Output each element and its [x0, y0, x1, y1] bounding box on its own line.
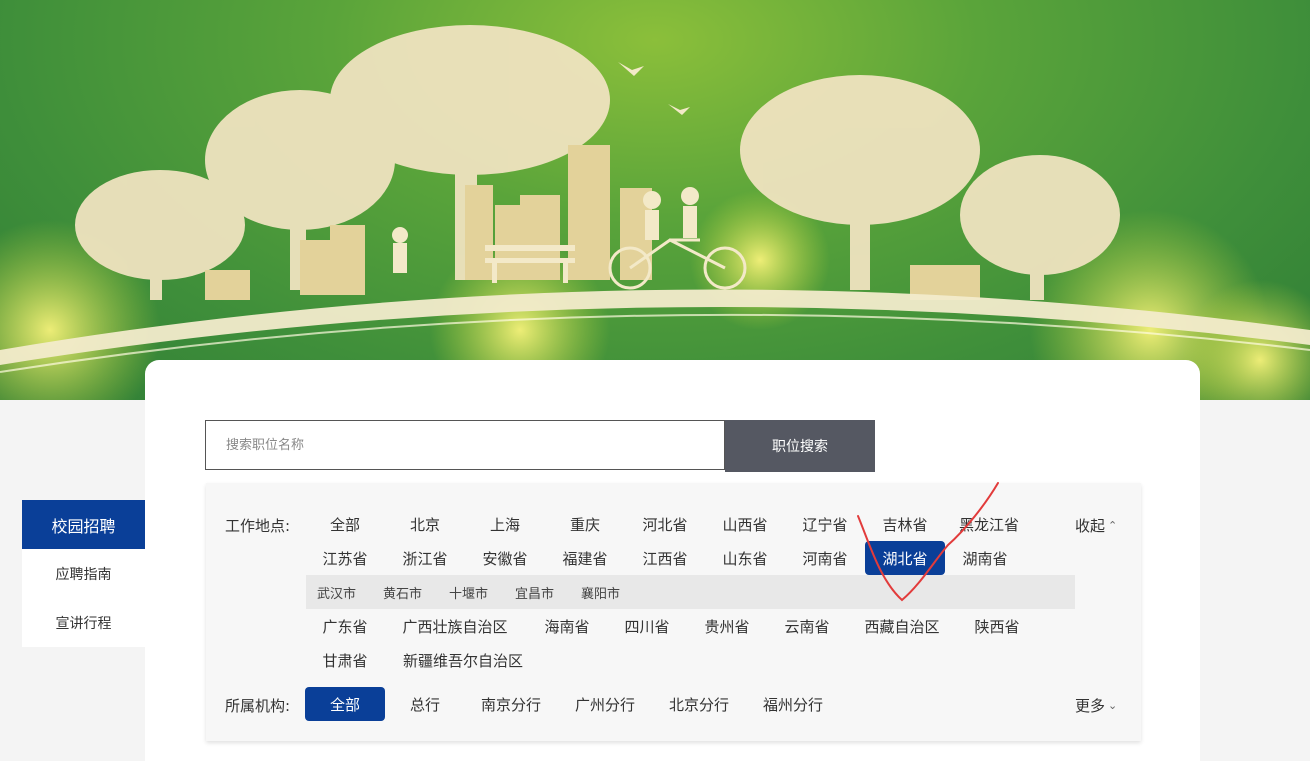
location-option[interactable]: 江苏省: [305, 541, 385, 575]
location-option[interactable]: 北京: [385, 507, 465, 541]
location-option[interactable]: 广东省: [305, 609, 385, 643]
org-option[interactable]: 南京分行: [471, 687, 551, 721]
job-search-input[interactable]: [205, 420, 725, 470]
org-option[interactable]: 福州分行: [753, 687, 833, 721]
location-option[interactable]: 河南省: [785, 541, 865, 575]
location-option[interactable]: 福建省: [545, 541, 625, 575]
location-option[interactable]: 黑龙江省: [945, 507, 1065, 541]
location-option[interactable]: 江西省: [625, 541, 705, 575]
location-option[interactable]: 新疆维吾尔自治区: [390, 643, 536, 677]
sidebar-item-campus-recruitment[interactable]: 校园招聘: [22, 500, 145, 549]
location-filter-label: 工作地点:: [225, 517, 291, 535]
location-option[interactable]: 辽宁省: [785, 507, 865, 541]
location-option[interactable]: 四川省: [607, 609, 687, 643]
more-label: 更多: [1075, 697, 1106, 715]
location-option[interactable]: 贵州省: [687, 609, 767, 643]
more-toggle[interactable]: 更多 ⌄: [1075, 695, 1117, 716]
location-option[interactable]: 云南省: [767, 609, 847, 643]
location-option[interactable]: 河北省: [625, 507, 705, 541]
city-option[interactable]: 宜昌市: [515, 575, 554, 609]
org-option-selected[interactable]: 全部: [305, 687, 385, 721]
banner-illustration: [0, 25, 1310, 400]
location-option[interactable]: 吉林省: [865, 507, 945, 541]
location-option[interactable]: 广西壮族自治区: [390, 609, 520, 643]
location-option[interactable]: 上海: [465, 507, 545, 541]
location-option-selected[interactable]: 湖北省: [865, 541, 945, 575]
location-option[interactable]: 湖南省: [945, 541, 1025, 575]
chevron-up-icon: ⌃: [1108, 519, 1118, 532]
collapse-toggle[interactable]: 收起 ⌃: [1075, 515, 1117, 536]
hero-banner: [0, 0, 1310, 400]
location-option[interactable]: 山西省: [705, 507, 785, 541]
job-search-button[interactable]: 职位搜索: [725, 420, 875, 472]
org-option[interactable]: 总行: [385, 687, 465, 721]
org-option[interactable]: 广州分行: [565, 687, 645, 721]
sidebar-nav: 校园招聘 应聘指南 宣讲行程: [22, 500, 145, 647]
location-option[interactable]: 海南省: [527, 609, 607, 643]
location-option[interactable]: 重庆: [545, 507, 625, 541]
location-option-all[interactable]: 全部: [305, 507, 385, 541]
city-option[interactable]: 黄石市: [383, 575, 422, 609]
location-option[interactable]: 西藏自治区: [852, 609, 952, 643]
organization-filter-label: 所属机构:: [225, 697, 291, 715]
location-option[interactable]: 山东省: [705, 541, 785, 575]
collapse-label: 收起: [1075, 517, 1106, 535]
org-option[interactable]: 北京分行: [659, 687, 739, 721]
location-option[interactable]: 浙江省: [385, 541, 465, 575]
sidebar-item-presentation-schedule[interactable]: 宣讲行程: [22, 598, 145, 647]
city-option[interactable]: 十堰市: [449, 575, 488, 609]
location-option[interactable]: 甘肃省: [305, 643, 385, 677]
city-option[interactable]: 武汉市: [317, 575, 356, 609]
sidebar-item-application-guide[interactable]: 应聘指南: [22, 549, 145, 598]
chevron-down-icon: ⌄: [1108, 699, 1118, 712]
location-option[interactable]: 陕西省: [957, 609, 1037, 643]
city-option[interactable]: 襄阳市: [581, 575, 620, 609]
location-option[interactable]: 安徽省: [465, 541, 545, 575]
